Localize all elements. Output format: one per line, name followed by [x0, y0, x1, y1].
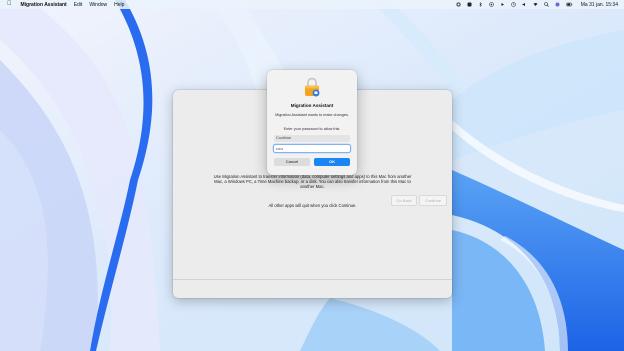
- status-area: Ma 31 jan. 15:34: [456, 0, 618, 9]
- apps-icon[interactable]: [467, 2, 472, 7]
- record-icon[interactable]: [489, 2, 494, 7]
- ok-button[interactable]: OK: [314, 158, 350, 166]
- cancel-button[interactable]: Cancel: [274, 158, 310, 166]
- menu-help[interactable]: Help: [114, 2, 124, 8]
- intro-text: Use Migration Assistant to transfer info…: [213, 174, 412, 190]
- dialog-title: Migration Assistant: [290, 103, 334, 108]
- clock-icon[interactable]: [511, 2, 516, 7]
- go-back-button[interactable]: Go Back: [391, 195, 417, 206]
- lock-icon: [305, 77, 320, 97]
- menu-edit[interactable]: Edit: [74, 2, 83, 8]
- continue-button[interactable]: Continue: [419, 195, 447, 206]
- battery-icon[interactable]: [566, 2, 573, 7]
- footer-divider: [173, 279, 452, 280]
- search-icon[interactable]: [543, 2, 549, 7]
- dialog-prompt: Enter your password to allow this.: [283, 127, 341, 131]
- menu-bar:  Migration Assistant Edit Window Help M…: [0, 0, 624, 9]
- menu-window[interactable]: Window: [89, 2, 107, 8]
- wifi-icon[interactable]: [533, 2, 538, 7]
- auth-dialog: Migration Assistant Migration Assistant …: [267, 70, 357, 175]
- play-icon[interactable]: [500, 2, 505, 7]
- apple-menu-icon[interactable]: : [7, 0, 12, 9]
- quit-notice-text: All other apps will quit when you click …: [268, 203, 357, 208]
- menu-clock[interactable]: Ma 31 jan. 15:34: [581, 2, 618, 8]
- volume-icon[interactable]: [522, 2, 527, 7]
- control-center-icon[interactable]: [456, 2, 461, 7]
- dialog-message: Migration Assistant wants to make change…: [275, 113, 349, 117]
- menu-app-name[interactable]: Migration Assistant: [21, 2, 67, 8]
- username-field[interactable]: Coolblue: [274, 135, 350, 142]
- siri-icon[interactable]: [555, 2, 560, 7]
- bluetooth-icon[interactable]: [478, 2, 483, 7]
- password-field[interactable]: •••••: [274, 145, 350, 152]
